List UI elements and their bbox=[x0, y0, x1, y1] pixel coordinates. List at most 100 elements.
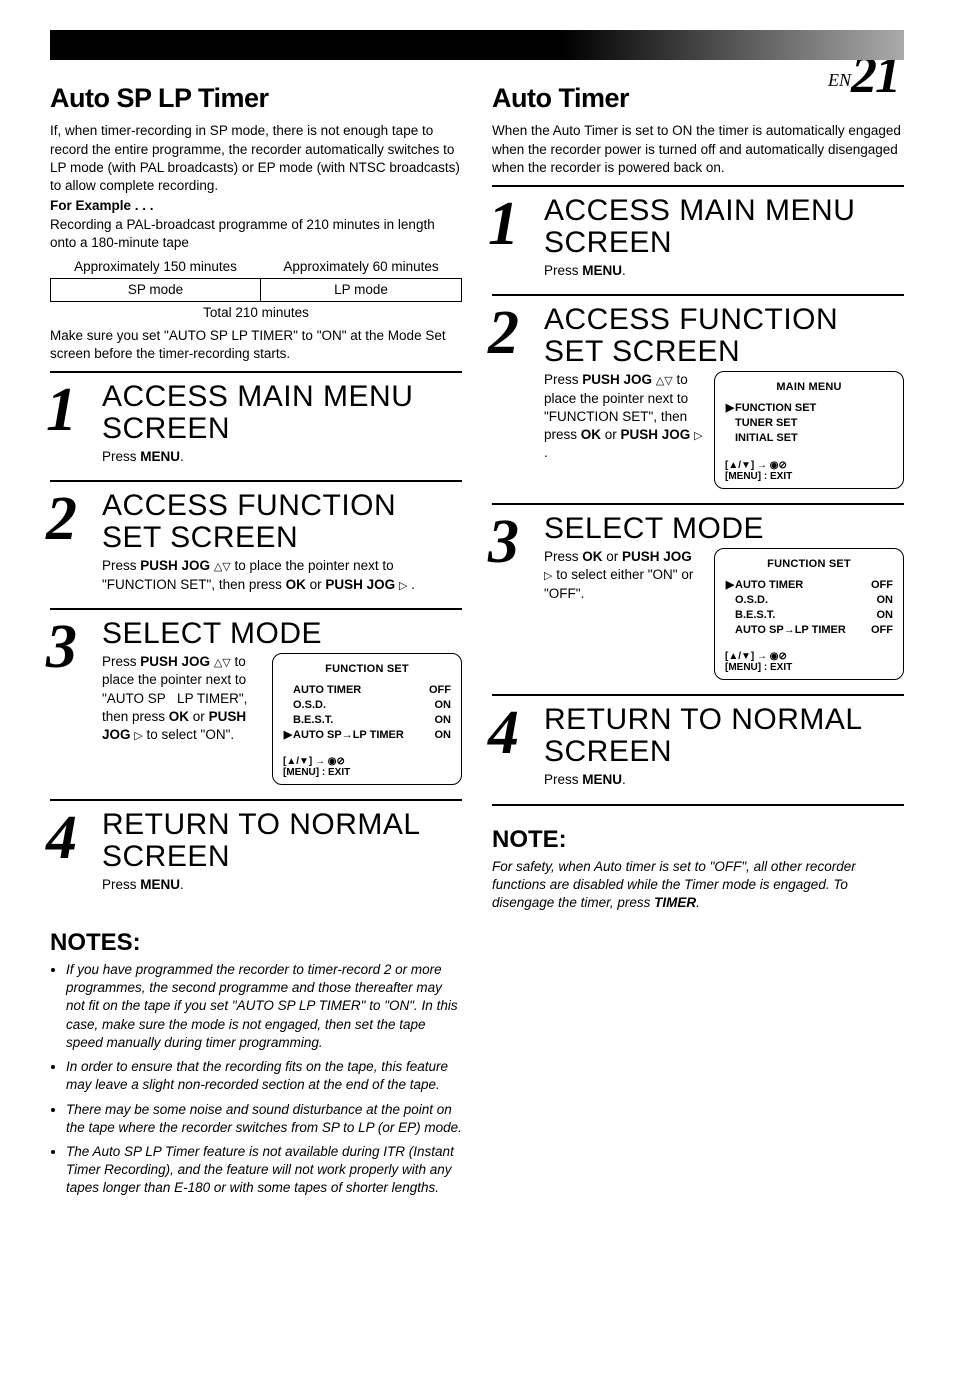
osd-footer: [▲/▼] → ◉⊘ [MENU] : EXIT bbox=[725, 651, 893, 673]
osd-val: ON bbox=[435, 713, 452, 728]
right-intro: When the Auto Timer is set to ON the tim… bbox=[492, 122, 904, 177]
menu-key: MENU bbox=[582, 772, 622, 787]
left-step1-body: Press MENU. bbox=[102, 448, 462, 466]
note-item: There may be some noise and sound distur… bbox=[66, 1101, 462, 1137]
step-number-icon: 3 bbox=[488, 511, 519, 573]
mode-table: Approximately 150 minutes Approximately … bbox=[50, 256, 462, 302]
osd-key: AUTO TIMER bbox=[735, 579, 803, 591]
left-step2-title: ACCESS FUNCTION SET SCREEN bbox=[102, 490, 462, 553]
osd-function-set-left: FUNCTION SET AUTO TIMER OFF O.S.D. ON B.E.… bbox=[272, 653, 462, 785]
osd-key: AUTO SP→LP TIMER bbox=[735, 624, 846, 636]
right-step4-title: RETURN TO NORMAL SCREEN bbox=[544, 704, 904, 767]
osd-val: OFF bbox=[871, 578, 893, 593]
t: Press bbox=[102, 449, 140, 464]
osd-title: MAIN MENU bbox=[725, 380, 893, 395]
right-step1-body: Press MENU. bbox=[544, 262, 904, 280]
left-forexample: Recording a PAL-broadcast programme of 2… bbox=[50, 216, 462, 252]
note-item: In order to ensure that the recording fi… bbox=[66, 1058, 462, 1094]
left-title: Auto SP LP Timer bbox=[50, 80, 462, 116]
osd-foot-2: [MENU] : EXIT bbox=[283, 767, 451, 778]
osd-footer: [▲/▼] → ◉⊘ [MENU] : EXIT bbox=[725, 460, 893, 482]
left-step2-line: Press PUSH JOG △▽ to place the pointer n… bbox=[102, 558, 415, 591]
t: . bbox=[696, 895, 700, 910]
osd-key: B.E.S.T. bbox=[293, 714, 333, 726]
t: Press bbox=[102, 877, 140, 892]
step-number-icon: 2 bbox=[488, 302, 519, 364]
osd-foot-1: [▲/▼] → ◉⊘ bbox=[725, 651, 893, 662]
left-notes-hdr: NOTES: bbox=[50, 927, 462, 959]
page-number-prefix: EN bbox=[828, 70, 851, 90]
right-step1-title: ACCESS MAIN MENU SCREEN bbox=[544, 195, 904, 258]
left-notes-list: If you have programmed the recorder to t… bbox=[50, 961, 462, 1198]
osd-title: FUNCTION SET bbox=[283, 662, 451, 677]
mt-r2c1: SP mode bbox=[51, 279, 261, 302]
right-step-1: 1 ACCESS MAIN MENU SCREEN Press MENU. bbox=[492, 185, 904, 294]
left-step1-title: ACCESS MAIN MENU SCREEN bbox=[102, 381, 462, 444]
osd-key: O.S.D. bbox=[735, 594, 768, 606]
step-number-icon: 2 bbox=[46, 488, 77, 550]
right-step2-title: ACCESS FUNCTION SET SCREEN bbox=[544, 304, 904, 367]
menu-key: MENU bbox=[140, 877, 180, 892]
left-aftertable: Make sure you set "AUTO SP LP TIMER" to … bbox=[50, 327, 462, 363]
osd-key: FUNCTION SET bbox=[735, 402, 816, 414]
step-number-icon: 4 bbox=[46, 807, 77, 869]
col-left: Auto SP LP Timer If, when timer-recordin… bbox=[50, 70, 462, 1204]
osd-val: ON bbox=[877, 593, 894, 608]
mt-r1c1: Approximately 150 minutes bbox=[51, 256, 261, 279]
osd-foot-1: [▲/▼] → ◉⊘ bbox=[725, 460, 893, 471]
t: Press bbox=[544, 263, 582, 278]
right-step3-title: SELECT MODE bbox=[544, 513, 904, 545]
osd-key: TUNER SET bbox=[735, 417, 797, 429]
mt-total: Total 210 minutes bbox=[50, 304, 462, 322]
osd-title: FUNCTION SET bbox=[725, 557, 893, 572]
osd-val: ON bbox=[435, 728, 452, 743]
left-step3-title: SELECT MODE bbox=[102, 618, 462, 650]
osd-val: ON bbox=[877, 608, 894, 623]
right-step2-text: Press PUSH JOG △▽ to place the pointer n… bbox=[544, 371, 704, 462]
mt-r1c2: Approximately 60 minutes bbox=[261, 256, 462, 279]
cursor-icon: ▶ bbox=[725, 578, 735, 593]
osd-main-menu: MAIN MENU ▶FUNCTION SET TUNER SET INITIA… bbox=[714, 371, 904, 488]
osd-foot-2: [MENU] : EXIT bbox=[725, 471, 893, 482]
osd-key: O.S.D. bbox=[293, 699, 326, 711]
osd-val: ON bbox=[435, 698, 452, 713]
t: . bbox=[622, 263, 626, 278]
right-step-2: 2 ACCESS FUNCTION SET SCREEN Press PUSH … bbox=[492, 294, 904, 502]
step-number-icon: 1 bbox=[488, 193, 519, 255]
t: Press bbox=[544, 772, 582, 787]
menu-key: MENU bbox=[140, 449, 180, 464]
osd-foot-2: [MENU] : EXIT bbox=[725, 662, 893, 673]
header-bar bbox=[50, 30, 904, 60]
t: . bbox=[180, 877, 184, 892]
left-step-3: 3 SELECT MODE Press PUSH JOG △▽ to place… bbox=[50, 608, 462, 800]
right-step3-text: Press OK or PUSH JOG ▷ to select either … bbox=[544, 548, 704, 603]
menu-key: MENU bbox=[582, 263, 622, 278]
osd-key: AUTO TIMER bbox=[293, 684, 361, 696]
step-number-icon: 4 bbox=[488, 702, 519, 764]
left-step4-body: Press MENU. bbox=[102, 876, 462, 894]
osd-function-set-right: FUNCTION SET ▶AUTO TIMER OFF O.S.D. ON B.E… bbox=[714, 548, 904, 680]
left-step-2: 2 ACCESS FUNCTION SET SCREEN Press PUSH … bbox=[50, 480, 462, 607]
note-item: If you have programmed the recorder to t… bbox=[66, 961, 462, 1052]
mt-r2c2: LP mode bbox=[261, 279, 462, 302]
t: . bbox=[622, 772, 626, 787]
note-item: The Auto SP LP Timer feature is not avai… bbox=[66, 1143, 462, 1198]
osd-key: AUTO SP→LP TIMER bbox=[293, 729, 404, 741]
timer-key: TIMER bbox=[654, 895, 696, 910]
cursor-icon: ▶ bbox=[283, 728, 293, 743]
osd-val: OFF bbox=[429, 683, 451, 698]
right-step-3: 3 SELECT MODE Press OK or PUSH JOG ▷ to … bbox=[492, 503, 904, 695]
col-right: Auto Timer When the Auto Timer is set to… bbox=[492, 70, 904, 1204]
left-intro: If, when timer-recording in SP mode, the… bbox=[50, 122, 462, 195]
right-note-body: For safety, when Auto timer is set to "O… bbox=[492, 858, 904, 913]
step-number-icon: 1 bbox=[46, 379, 77, 441]
osd-footer: [▲/▼] → ◉⊘ [MENU] : EXIT bbox=[283, 756, 451, 778]
osd-key: B.E.S.T. bbox=[735, 609, 775, 621]
right-step-4: 4 RETURN TO NORMAL SCREEN Press MENU. bbox=[492, 694, 904, 805]
right-note-hdr: NOTE: bbox=[492, 824, 904, 856]
left-forexample-hdr: For Example . . . bbox=[50, 197, 462, 215]
left-step3-text: Press PUSH JOG △▽ to place the pointer n… bbox=[102, 653, 262, 744]
left-step4-title: RETURN TO NORMAL SCREEN bbox=[102, 809, 462, 872]
step-number-icon: 3 bbox=[46, 616, 77, 678]
right-step4-body: Press MENU. bbox=[544, 771, 904, 789]
